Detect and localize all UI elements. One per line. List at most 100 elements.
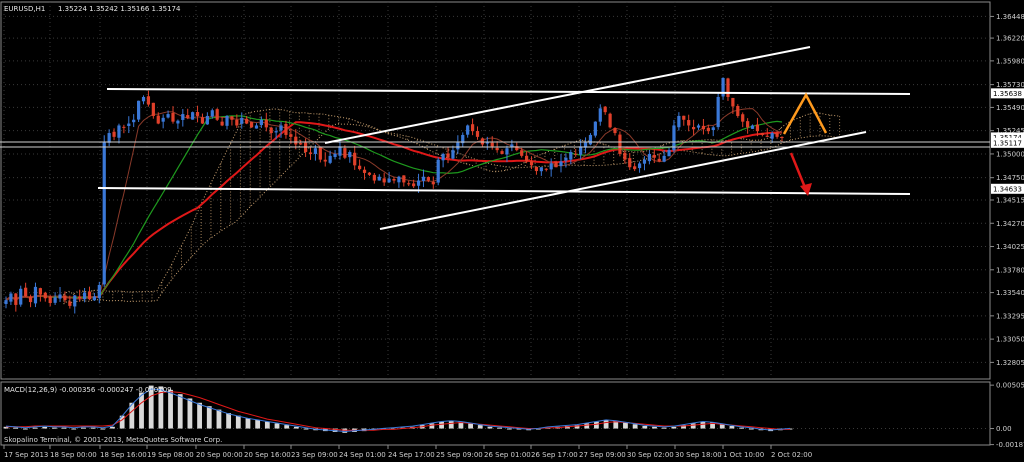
x-tick-label: 24 Sep 17:00 [388,451,435,459]
candle-body [107,133,111,143]
candle-body [299,143,303,145]
candle-body [701,125,706,130]
macd-histogram-bar [245,418,251,429]
candle-body [613,127,617,134]
candle-body [53,297,57,303]
candle-body [485,142,489,144]
candle-body [367,172,372,175]
macd-histogram-bar [661,427,667,429]
candle-body [559,161,563,166]
macd-histogram-bar [177,394,183,429]
y-tick-label: 1.34270 [996,220,1024,228]
candle-body [377,176,381,181]
candle-body [338,146,342,156]
candle-body [397,176,401,183]
candle-body [525,155,529,162]
candle-body [323,159,327,162]
macd-histogram-bar [13,427,19,429]
candle-body [466,125,470,135]
candle-body [696,125,701,128]
candle-body [225,115,229,126]
y-tick-label: 1.36220 [996,35,1024,43]
macd-histogram-bar [264,421,270,429]
candle-body [500,151,504,154]
candle-body [628,158,632,168]
candle-body [33,286,38,304]
candle-body [235,119,239,126]
candle-body [588,134,593,145]
candle-body [191,112,195,120]
candle-body [294,136,298,145]
candle-body [308,152,313,154]
candle-body [48,296,52,304]
y-tick-label: 1.34515 [996,196,1024,204]
macd-histogram-bar [81,427,86,429]
macd-histogram-bar [739,427,745,429]
candle-body [554,162,558,168]
macd-y-tick-label: 0.00 [996,425,1012,433]
candle-body [68,301,72,306]
x-tick-label: 19 Sep 08:00 [147,451,194,459]
candle-body [200,117,205,124]
candle-body [544,168,548,170]
candle-body [574,153,578,155]
candle-body [269,127,273,134]
macd-histogram-bar [168,389,173,429]
candle-body [9,293,13,302]
candle-body [58,294,62,299]
x-tick-label: 26 Sep 01:00 [484,451,531,459]
candle-body [760,133,764,135]
macd-histogram-bar [623,422,628,429]
macd-histogram-bar [61,427,67,429]
candle-body [505,148,509,155]
y-tick-label: 1.33540 [996,289,1024,297]
candle-body [166,114,170,118]
symbol-label[interactable]: EURUSD,H1 [4,5,45,13]
trading-chart[interactable]: 1.36448 1.36220 1.35980 1.35730 1.35490 1.352… [0,0,1024,462]
candle-body [667,150,671,157]
candle-body [112,131,116,137]
candle-body [652,154,656,158]
x-tick-label: 25 Sep 09:00 [436,451,483,459]
candle-body [156,115,160,124]
candle-body [706,127,710,132]
candle-body [328,155,332,163]
candle-body [736,105,740,116]
macd-histogram-bar [42,426,48,429]
candle-body [765,135,769,137]
x-tick-label: 27 Sep 09:00 [579,451,626,459]
candle-body [132,119,136,123]
x-tick-label: 24 Sep 01:00 [339,451,386,459]
macd-histogram-bar [110,426,115,429]
x-tick-label: 30 Sep 18:00 [675,451,722,459]
candle-body [642,159,647,164]
price-tag-label: 1.34633 [993,185,1022,193]
candle-body [141,96,146,102]
candle-body [343,148,347,158]
candle-body [117,125,121,138]
macd-histogram-bar [22,428,28,430]
macd-histogram-bar [274,423,280,429]
price-tag-label: 1.35638 [993,90,1022,98]
candle-body [38,288,42,295]
candle-body [490,142,494,147]
candle-body [426,177,430,181]
candle-body [726,78,730,97]
candle-body [146,96,151,105]
candle-body [662,155,666,162]
candle-body [529,161,534,166]
candle-body [382,178,386,183]
candle-body [534,166,539,172]
candle-body [245,118,249,124]
candle-body [598,108,602,122]
candle-body [618,134,622,154]
candle-body [122,126,126,128]
candle-body [14,293,18,305]
macd-histogram-bar [468,423,473,429]
candle-body [63,295,67,301]
macd-histogram-bar [216,409,222,429]
y-tick-label: 1.35000 [996,150,1024,158]
candle-body [412,183,416,187]
price-tag-label: 1.35117 [993,139,1022,147]
macd-histogram-bar [690,423,696,429]
